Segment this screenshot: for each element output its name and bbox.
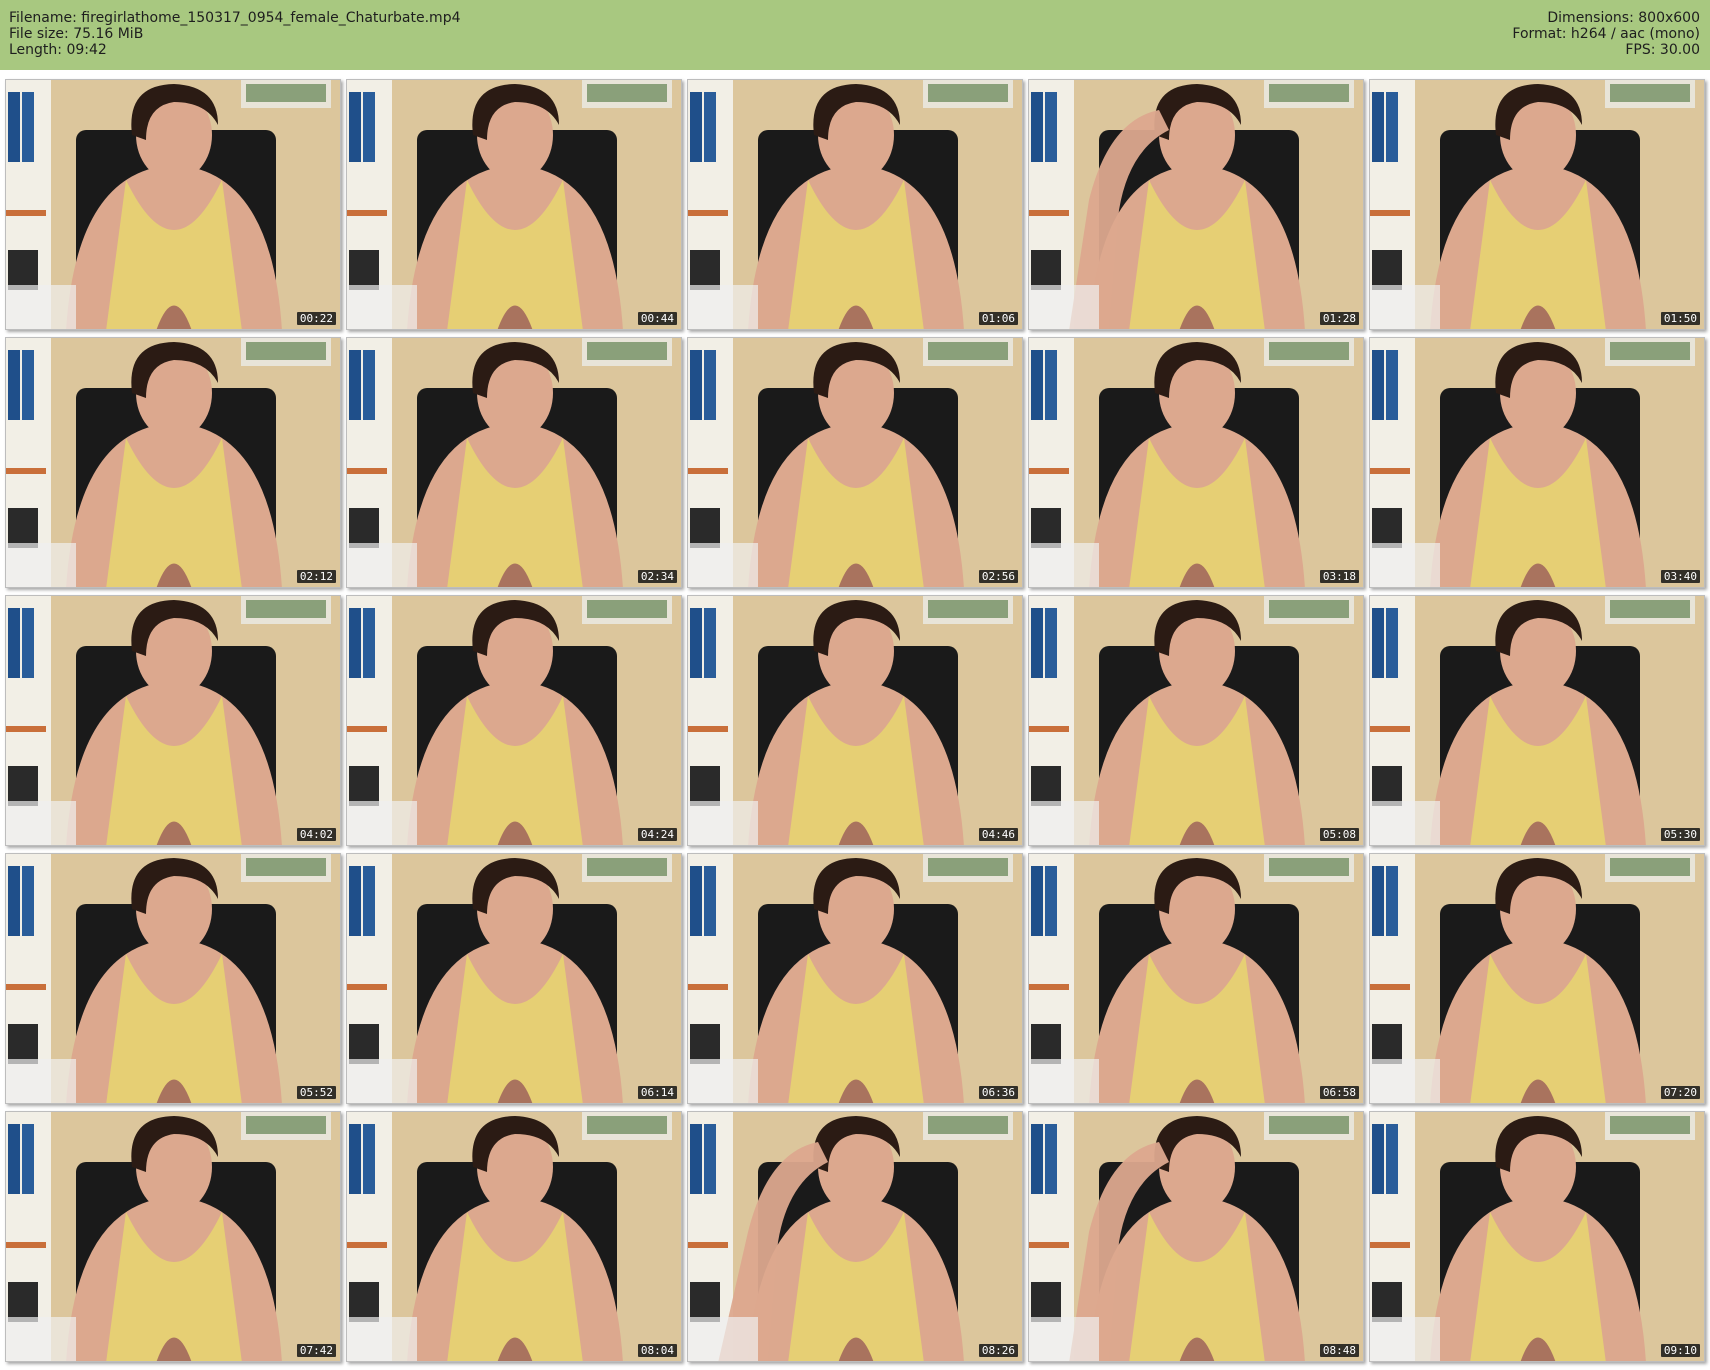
video-thumbnail: 06:14	[346, 853, 682, 1104]
video-thumbnail: 02:34	[346, 337, 682, 588]
thumbnail-image	[1029, 338, 1363, 587]
video-thumbnail: 00:44	[346, 79, 682, 330]
video-thumbnail: 03:40	[1369, 337, 1705, 588]
length-text: Length: 09:42	[9, 42, 107, 58]
timestamp-label: 03:18	[1319, 570, 1359, 583]
thumbnail-image	[1370, 80, 1704, 329]
thumbnail-image	[1370, 1112, 1704, 1361]
video-thumbnail: 05:08	[1028, 595, 1364, 846]
thumbnail-image	[6, 338, 340, 587]
thumbnail-image	[347, 338, 681, 587]
video-thumbnail: 02:56	[687, 337, 1023, 588]
video-thumbnail: 05:30	[1369, 595, 1705, 846]
timestamp-label: 02:34	[637, 570, 677, 583]
timestamp-label: 07:20	[1660, 1086, 1700, 1099]
thumbnail-image	[1370, 338, 1704, 587]
timestamp-label: 02:56	[978, 570, 1018, 583]
thumbnail-image	[1029, 596, 1363, 845]
timestamp-label: 08:26	[978, 1344, 1018, 1357]
timestamp-label: 05:08	[1319, 828, 1359, 841]
timestamp-label: 05:30	[1660, 828, 1700, 841]
thumbnail-image	[6, 596, 340, 845]
format-text: Format: h264 / aac (mono)	[1512, 26, 1700, 42]
fps-text: FPS: 30.00	[1625, 42, 1700, 58]
timestamp-label: 08:04	[637, 1344, 677, 1357]
video-thumbnail: 05:52	[5, 853, 341, 1104]
thumbnail-image	[688, 596, 1022, 845]
thumbnail-image	[1029, 80, 1363, 329]
video-thumbnail: 03:18	[1028, 337, 1364, 588]
thumbnail-image	[688, 338, 1022, 587]
dimensions-text: Dimensions: 800x600	[1547, 10, 1700, 26]
thumbnail-image	[1029, 1112, 1363, 1361]
video-thumbnail: 09:10	[1369, 1111, 1705, 1362]
thumbnail-image	[688, 1112, 1022, 1361]
filename-text: Filename: firegirlathome_150317_0954_fem…	[9, 10, 461, 26]
video-thumbnail: 08:48	[1028, 1111, 1364, 1362]
video-thumbnail: 08:04	[346, 1111, 682, 1362]
video-thumbnail: 01:28	[1028, 79, 1364, 330]
video-thumbnail: 07:42	[5, 1111, 341, 1362]
timestamp-label: 01:50	[1660, 312, 1700, 325]
thumbnail-image	[347, 80, 681, 329]
thumbnail-image	[688, 854, 1022, 1103]
timestamp-label: 04:02	[296, 828, 336, 841]
video-thumbnail: 04:46	[687, 595, 1023, 846]
video-thumbnail: 00:22	[5, 79, 341, 330]
thumbnail-image	[1370, 854, 1704, 1103]
timestamp-label: 04:46	[978, 828, 1018, 841]
thumbnail-image	[347, 596, 681, 845]
info-header: Filename: firegirlathome_150317_0954_fem…	[0, 0, 1710, 70]
thumbnail-image	[1370, 596, 1704, 845]
timestamp-label: 04:24	[637, 828, 677, 841]
thumbnail-image	[6, 854, 340, 1103]
timestamp-label: 01:28	[1319, 312, 1359, 325]
thumbnail-grid: 00:22 00:44 01:06 01:28 01:50 02:12 02:34 02:56…	[5, 79, 1705, 1364]
thumbnail-image	[6, 1112, 340, 1361]
timestamp-label: 01:06	[978, 312, 1018, 325]
thumbnail-image	[6, 80, 340, 329]
video-thumbnail: 07:20	[1369, 853, 1705, 1104]
timestamp-label: 02:12	[296, 570, 336, 583]
timestamp-label: 00:44	[637, 312, 677, 325]
video-thumbnail: 08:26	[687, 1111, 1023, 1362]
timestamp-label: 08:48	[1319, 1344, 1359, 1357]
video-thumbnail: 06:36	[687, 853, 1023, 1104]
video-thumbnail: 02:12	[5, 337, 341, 588]
media-info: Dimensions: 800x600 Format: h264 / aac (…	[1512, 10, 1700, 58]
video-thumbnail: 04:24	[346, 595, 682, 846]
timestamp-label: 06:36	[978, 1086, 1018, 1099]
thumbnail-image	[347, 1112, 681, 1361]
thumbnail-image	[1029, 854, 1363, 1103]
timestamp-label: 00:22	[296, 312, 336, 325]
video-thumbnail: 06:58	[1028, 853, 1364, 1104]
filesize-text: File size: 75.16 MiB	[9, 26, 144, 42]
timestamp-label: 03:40	[1660, 570, 1700, 583]
thumbnail-image	[347, 854, 681, 1103]
timestamp-label: 05:52	[296, 1086, 336, 1099]
timestamp-label: 06:14	[637, 1086, 677, 1099]
timestamp-label: 09:10	[1660, 1344, 1700, 1357]
video-thumbnail: 01:50	[1369, 79, 1705, 330]
video-thumbnail: 01:06	[687, 79, 1023, 330]
video-thumbnail: 04:02	[5, 595, 341, 846]
timestamp-label: 07:42	[296, 1344, 336, 1357]
thumbnail-image	[688, 80, 1022, 329]
timestamp-label: 06:58	[1319, 1086, 1359, 1099]
file-info: Filename: firegirlathome_150317_0954_fem…	[9, 10, 461, 58]
